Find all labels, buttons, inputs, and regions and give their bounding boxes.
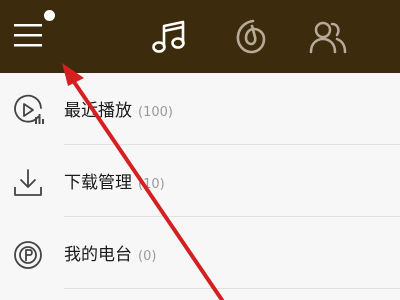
menu-item-count: (100) bbox=[138, 105, 173, 120]
notification-dot bbox=[44, 10, 55, 21]
menu-button[interactable] bbox=[12, 22, 48, 50]
top-nav-bar bbox=[0, 0, 400, 73]
recent-play-icon bbox=[14, 94, 44, 124]
netease-disc-icon bbox=[236, 19, 266, 54]
menu-item-count: (10) bbox=[138, 177, 165, 192]
discover-tab[interactable] bbox=[229, 18, 271, 56]
menu-icon bbox=[14, 24, 42, 47]
menu-item-recent-play[interactable]: 最近播放 (100) bbox=[0, 73, 400, 145]
music-note-icon bbox=[152, 20, 185, 53]
radio-icon bbox=[14, 241, 42, 269]
menu-item-label: 最近播放 (100) bbox=[64, 101, 173, 121]
friends-icon bbox=[309, 21, 347, 54]
menu-item-download-manager[interactable]: 下载管理 (10) bbox=[0, 145, 400, 217]
menu-item-count: (0) bbox=[138, 249, 157, 264]
my-music-tab[interactable] bbox=[150, 18, 190, 56]
menu-item-label: 我的电台 (0) bbox=[64, 245, 157, 265]
menu-item-my-radio[interactable]: 我的电台 (0) bbox=[0, 217, 400, 289]
menu-item-label: 下载管理 (10) bbox=[64, 173, 165, 193]
friends-tab[interactable] bbox=[307, 18, 349, 56]
menu-list: 最近播放 (100) 下载管理 (10) 我的电台 (0) bbox=[0, 73, 400, 300]
download-icon bbox=[14, 169, 42, 196]
divider bbox=[64, 288, 400, 289]
